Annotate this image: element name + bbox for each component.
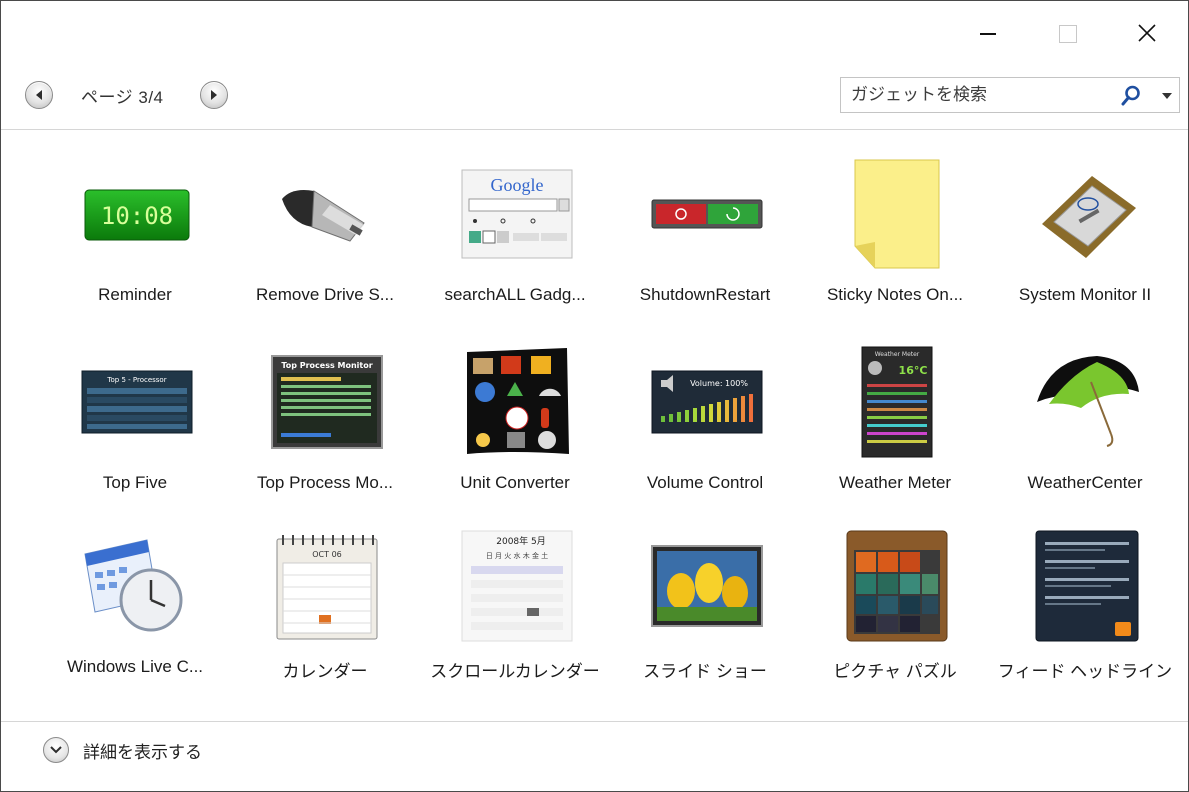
gadget-label: フィード ヘッドライン bbox=[997, 662, 1173, 681]
minimize-button[interactable] bbox=[948, 11, 1028, 51]
svg-text:日 月 火 水 木 金 土: 日 月 火 水 木 金 土 bbox=[486, 551, 548, 560]
previous-page-button[interactable] bbox=[25, 81, 53, 109]
gadget-label: WeatherCenter bbox=[1027, 473, 1143, 492]
caption-buttons bbox=[948, 11, 1188, 51]
gadget-label: Weather Meter bbox=[838, 473, 952, 492]
gadget-label: スライド ショー bbox=[643, 662, 767, 681]
usb-drive-icon bbox=[270, 155, 384, 273]
gadget-tile-searchall[interactable]: Google searchALL Gadg... bbox=[424, 147, 606, 327]
toolbar: ページ 3/4 bbox=[25, 75, 1180, 115]
gadget-tile-system-monitor[interactable]: System Monitor II bbox=[994, 147, 1176, 327]
gadget-tile-remove-drive[interactable]: Remove Drive S... bbox=[234, 147, 416, 327]
triangle-left-icon bbox=[36, 90, 42, 100]
gadget-tile-slideshow[interactable]: スライド ショー bbox=[614, 519, 796, 699]
page-indicator: ページ 3/4 bbox=[81, 87, 164, 107]
gadget-label: Remove Drive S... bbox=[256, 285, 394, 304]
spiral-calendar-icon: OCT 06 bbox=[270, 527, 384, 645]
gadget-tile-weathercenter[interactable]: WeatherCenter bbox=[994, 335, 1176, 515]
gadget-label: Unit Converter bbox=[460, 473, 570, 492]
svg-text:10:08: 10:08 bbox=[101, 202, 173, 230]
gadget-label: スクロールカレンダー bbox=[430, 662, 600, 681]
svg-text:Weather Meter: Weather Meter bbox=[875, 351, 920, 358]
svg-text:Top Process Monitor: Top Process Monitor bbox=[281, 361, 372, 370]
gadget-label: ShutdownRestart bbox=[639, 285, 771, 304]
next-page-button[interactable] bbox=[199, 81, 228, 109]
gadget-tile-picture-puzzle[interactable]: ピクチャ パズル bbox=[804, 519, 986, 699]
sticky-note-icon bbox=[840, 155, 954, 273]
svg-text:OCT 06: OCT 06 bbox=[312, 550, 342, 559]
gadget-label: System Monitor II bbox=[1018, 285, 1152, 304]
gadget-tile-weather-meter[interactable]: Weather Meter 16°C Weather Meter bbox=[804, 335, 986, 515]
unit-converter-icon bbox=[460, 343, 574, 461]
gadget-tile-feed-headlines[interactable]: フィード ヘッドライン bbox=[994, 519, 1176, 699]
svg-text:Volume: 100%: Volume: 100% bbox=[690, 379, 748, 388]
gadget-label: Windows Live C... bbox=[66, 657, 204, 676]
close-button[interactable] bbox=[1108, 11, 1188, 51]
gadget-tile-top-process-monitor[interactable]: Top Process Monitor Top Process Mo... bbox=[234, 335, 416, 515]
weather-meter-icon: Weather Meter 16°C bbox=[840, 343, 954, 461]
bottom-divider bbox=[1, 721, 1188, 722]
gadget-tile-scroll-calendar[interactable]: 2008年 5月 日 月 火 水 木 金 土 スクロールカレンダー bbox=[424, 519, 606, 699]
gadget-label: ピクチャ パズル bbox=[833, 662, 957, 681]
svg-text:Top 5 - Processor: Top 5 - Processor bbox=[106, 376, 166, 384]
gadget-tile-unit-converter[interactable]: Unit Converter bbox=[424, 335, 606, 515]
gadget-tile-reminder[interactable]: 10:08 Reminder bbox=[44, 147, 226, 327]
umbrella-icon bbox=[1030, 343, 1144, 461]
gadget-tile-top-five[interactable]: Top 5 - Processor Top Five bbox=[44, 335, 226, 515]
digital-clock-icon: 10:08 bbox=[80, 155, 194, 273]
process-monitor-icon: Top Process Monitor bbox=[270, 343, 384, 461]
chevron-down-circle-icon bbox=[43, 737, 69, 763]
feed-headlines-icon bbox=[1030, 527, 1144, 645]
gadget-label: searchALL Gadg... bbox=[444, 285, 586, 304]
svg-text:16°C: 16°C bbox=[899, 364, 928, 377]
google-search-icon: Google bbox=[460, 155, 574, 273]
gadget-label: Top Process Mo... bbox=[256, 473, 394, 492]
gadget-label: Sticky Notes On... bbox=[826, 285, 964, 304]
scroll-calendar-icon: 2008年 5月 日 月 火 水 木 金 土 bbox=[460, 527, 574, 645]
show-details-toggle[interactable]: 詳細を表示する bbox=[43, 737, 202, 763]
cpu-chip-icon bbox=[1030, 155, 1144, 273]
gadget-tile-shutdown-restart[interactable]: ShutdownRestart bbox=[614, 147, 796, 327]
svg-text:Google: Google bbox=[491, 175, 544, 195]
gadget-label: Reminder bbox=[98, 285, 172, 304]
volume-meter-icon: Volume: 100% bbox=[650, 343, 764, 461]
show-details-label: 詳細を表示する bbox=[83, 742, 202, 762]
search-box bbox=[840, 77, 1180, 113]
picture-puzzle-icon bbox=[840, 527, 954, 645]
gadget-tile-windows-live-calendar[interactable]: Windows Live C... bbox=[44, 519, 226, 699]
slideshow-photo-icon bbox=[650, 527, 764, 645]
chevron-down-icon[interactable] bbox=[1161, 92, 1173, 100]
top-five-panel-icon: Top 5 - Processor bbox=[80, 343, 194, 461]
svg-text:2008年 5月: 2008年 5月 bbox=[496, 535, 546, 547]
triangle-right-icon bbox=[210, 90, 217, 100]
gadget-label: カレンダー bbox=[282, 662, 368, 681]
search-input[interactable] bbox=[841, 85, 1111, 105]
gadget-tile-volume-control[interactable]: Volume: 100% Volume Control bbox=[614, 335, 796, 515]
maximize-button[interactable] bbox=[1028, 11, 1108, 51]
gadget-label: Top Five bbox=[102, 473, 168, 492]
gadget-tile-calendar[interactable]: OCT 06 カレンダー bbox=[234, 519, 416, 699]
calendar-clock-icon bbox=[80, 527, 194, 645]
power-buttons-icon bbox=[650, 155, 764, 273]
magnifier-icon[interactable] bbox=[1121, 85, 1141, 107]
gadget-tile-sticky-notes[interactable]: Sticky Notes On... bbox=[804, 147, 986, 327]
gadget-gallery-window: ページ 3/4 10:08 bbox=[0, 0, 1189, 792]
close-icon bbox=[1138, 24, 1156, 42]
top-divider bbox=[1, 129, 1188, 130]
gadget-label: Volume Control bbox=[646, 473, 764, 492]
